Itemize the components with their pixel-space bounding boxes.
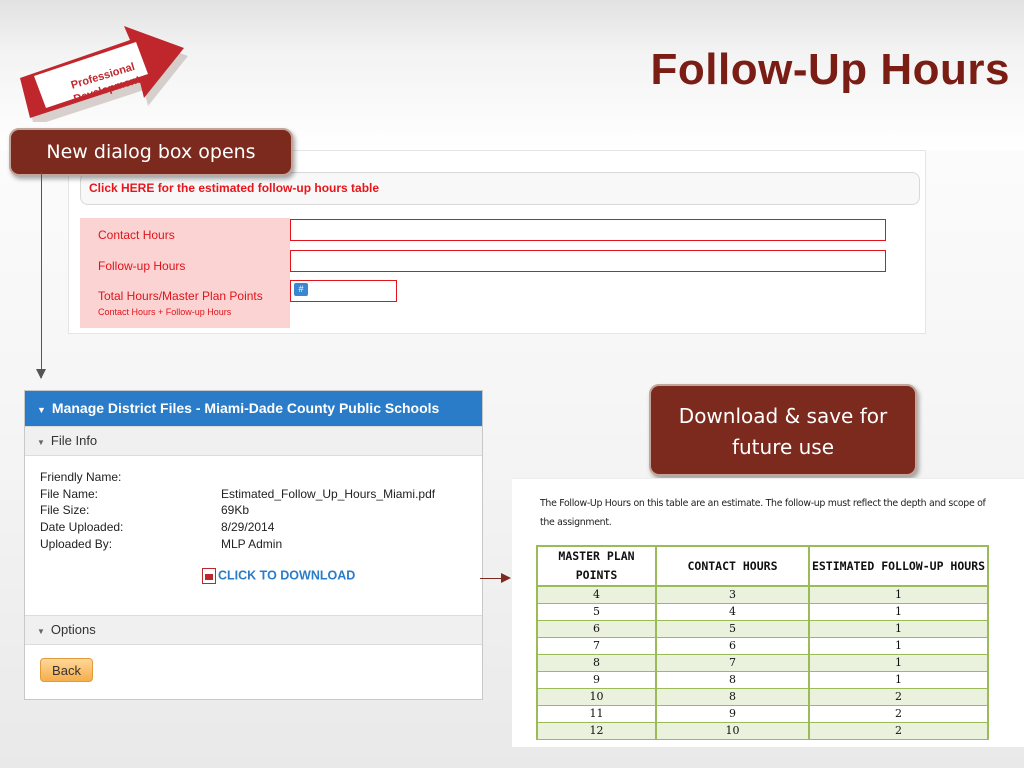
uploaded-by-value: MLP Admin bbox=[221, 537, 283, 551]
table-row: 12 10 2 bbox=[536, 722, 989, 740]
table-cell: 1 bbox=[808, 654, 989, 672]
table-cell: 4 bbox=[536, 586, 657, 604]
table-row: 871 bbox=[536, 654, 989, 672]
table-cell: 4 bbox=[655, 603, 810, 621]
table-row: 651 bbox=[536, 620, 989, 638]
callout-download-save: Download & save for future use bbox=[649, 384, 917, 476]
table-cell: 6 bbox=[655, 637, 810, 655]
col-header-contact-hours: CONTACT HOURS bbox=[655, 545, 810, 587]
table-cell: 2 bbox=[808, 705, 989, 723]
table-cell: 8 bbox=[655, 671, 810, 689]
table-cell: 8 bbox=[536, 654, 657, 672]
table-cell: 2 bbox=[808, 688, 989, 706]
file-info-section[interactable]: ▼ File Info bbox=[25, 426, 482, 456]
estimate-table: MASTER PLAN POINTS CONTACT HOURS ESTIMAT… bbox=[536, 545, 989, 740]
col-header-master-plan-points: MASTER PLAN POINTS bbox=[536, 545, 657, 587]
table-cell: 10 bbox=[536, 688, 657, 706]
table-cell: 9 bbox=[655, 705, 810, 723]
table-cell: 7 bbox=[536, 637, 657, 655]
pdf-icon bbox=[202, 568, 216, 584]
table-cell: 1 bbox=[808, 603, 989, 621]
table-cell: 1 bbox=[808, 620, 989, 638]
download-label: CLICK TO DOWNLOAD bbox=[218, 568, 356, 583]
professional-development-logo: Professional Development bbox=[14, 22, 192, 126]
followup-hours-input[interactable] bbox=[290, 250, 886, 272]
table-row: 541 bbox=[536, 603, 989, 621]
table-cell: 7 bbox=[655, 654, 810, 672]
file-info-label: File Info bbox=[50, 433, 98, 448]
download-link[interactable]: CLICK TO DOWNLOAD bbox=[202, 568, 355, 584]
col-header-estimated-followup: ESTIMATED FOLLOW-UP HOURS bbox=[808, 545, 989, 587]
dialog-header[interactable]: ▼ Manage District Files - Miami-Dade Coun… bbox=[25, 391, 482, 426]
estimated-hours-link[interactable]: Click HERE for the estimated follow-up h… bbox=[80, 172, 920, 205]
arrow-down-icon bbox=[36, 369, 46, 379]
uploaded-by-label: Uploaded By: bbox=[40, 537, 113, 551]
estimate-document: The Follow-Up Hours on this table are an… bbox=[512, 478, 1024, 747]
table-cell: 5 bbox=[536, 603, 657, 621]
table-cell: 5 bbox=[655, 620, 810, 638]
estimate-note: The Follow-Up Hours on this table are an… bbox=[540, 498, 986, 528]
table-cell: 12 bbox=[536, 722, 657, 740]
estimate-table-body: 4 3 1 5 4 1 6 5 1 7 6 1 8 7 1 9 8 1 10 8 2 11 9 2 12 10 2 bbox=[536, 586, 989, 740]
table-row: 431 bbox=[536, 586, 989, 604]
manage-files-dialog: ▼ Manage District Files - Miami-Dade Coun… bbox=[24, 390, 483, 700]
chevron-down-icon: ▼ bbox=[37, 438, 45, 447]
table-cell: 6 bbox=[536, 620, 657, 638]
total-hours-sublabel: Contact Hours + Follow-up Hours bbox=[98, 307, 232, 317]
table-cell: 8 bbox=[655, 688, 810, 706]
chevron-down-icon: ▼ bbox=[37, 405, 46, 415]
table-cell: 9 bbox=[536, 671, 657, 689]
friendly-name-label: Friendly Name: bbox=[40, 470, 122, 484]
table-row: 761 bbox=[536, 637, 989, 655]
table-row: 11 9 2 bbox=[536, 705, 989, 723]
options-label: Options bbox=[50, 622, 96, 637]
calculator-icon[interactable]: # bbox=[294, 283, 308, 296]
table-cell: 1 bbox=[808, 637, 989, 655]
contact-hours-input[interactable] bbox=[290, 219, 886, 241]
table-cell: 1 bbox=[808, 586, 989, 604]
table-row: 981 bbox=[536, 671, 989, 689]
file-name-value: Estimated_Follow_Up_Hours_Miami.pdf bbox=[221, 487, 436, 501]
file-name-label: File Name: bbox=[40, 487, 99, 501]
total-hours-label: Total Hours/Master Plan Points bbox=[98, 289, 263, 303]
connector-line-vertical bbox=[41, 172, 42, 378]
file-size-value: 69Kb bbox=[221, 503, 250, 517]
slide-title: Follow-Up Hours bbox=[650, 45, 1010, 94]
date-uploaded-label: Date Uploaded: bbox=[40, 520, 124, 534]
contact-hours-label: Contact Hours bbox=[98, 228, 175, 242]
file-size-label: File Size: bbox=[40, 503, 90, 517]
table-cell: 10 bbox=[655, 722, 810, 740]
table-cell: 1 bbox=[808, 671, 989, 689]
dialog-title: Manage District Files - Miami-Dade Count… bbox=[51, 400, 440, 416]
chevron-down-icon: ▼ bbox=[37, 627, 45, 636]
arrow-right-icon bbox=[501, 573, 511, 583]
table-cell: 3 bbox=[655, 586, 810, 604]
followup-hours-label: Follow-up Hours bbox=[98, 259, 186, 273]
back-button[interactable]: Back bbox=[40, 658, 93, 682]
table-row: 10 8 2 bbox=[536, 688, 989, 706]
table-cell: 2 bbox=[808, 722, 989, 740]
callout-dialog-opens: New dialog box opens bbox=[9, 128, 293, 176]
options-section[interactable]: ▼ Options bbox=[25, 615, 482, 645]
date-uploaded-value: 8/29/2014 bbox=[221, 520, 275, 534]
table-cell: 11 bbox=[536, 705, 657, 723]
